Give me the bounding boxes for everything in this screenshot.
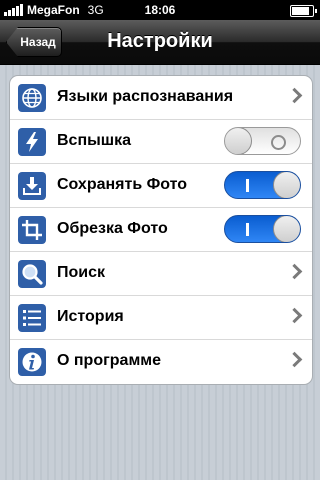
settings-row-languages[interactable]: Языки распознавания [10,76,312,120]
list-icon [18,304,46,332]
chevron-right-icon [286,263,303,280]
status-time: 18:06 [144,3,176,17]
settings-row-search[interactable]: Поиск [10,252,312,296]
navigation-bar: Назад Настройки [0,20,320,65]
settings-row-about[interactable]: О программе [10,340,312,384]
chevron-right-icon [286,87,303,104]
page-title: Настройки [107,30,213,52]
settings-row-label: Языки распознавания [57,88,234,105]
settings-row-flash: Вспышка [10,120,312,164]
battery-level [292,7,309,15]
globe-icon [18,84,46,112]
settings-row-label: Обрезка Фото [57,220,168,237]
settings-row-save-photo: Сохранять Фото [10,164,312,208]
crop-icon [18,216,46,244]
settings-row-label: Сохранять Фото [57,176,188,193]
status-bar: MegaFon 3G 18:06 [0,0,320,20]
chevron-right-icon [286,351,303,368]
chevron-right-icon [286,307,303,324]
settings-row-crop-photo: Обрезка Фото [10,208,312,252]
flash-toggle[interactable] [224,127,301,155]
magnifier-icon [18,260,46,288]
toggle-off-mark [271,135,286,150]
settings-content: Языки распознавания Вспышка Сохранять Фо… [0,65,320,480]
toggle-on-mark [246,179,249,192]
settings-group: Языки распознавания Вспышка Сохранять Фо… [9,75,313,385]
save-photo-toggle[interactable] [224,171,301,199]
battery-icon [290,5,317,17]
toggle-on-mark [246,223,249,236]
flash-icon [18,128,46,156]
settings-row-history[interactable]: История [10,296,312,340]
settings-row-label: История [57,308,124,325]
settings-row-label: Поиск [57,264,106,281]
info-icon [18,348,46,376]
download-icon [18,172,46,200]
crop-photo-toggle[interactable] [224,215,301,243]
settings-row-label: Вспышка [57,132,132,149]
settings-row-label: О программе [57,352,162,369]
toggle-knob[interactable] [225,128,252,154]
toggle-knob[interactable] [273,216,300,242]
toggle-knob[interactable] [273,172,300,198]
